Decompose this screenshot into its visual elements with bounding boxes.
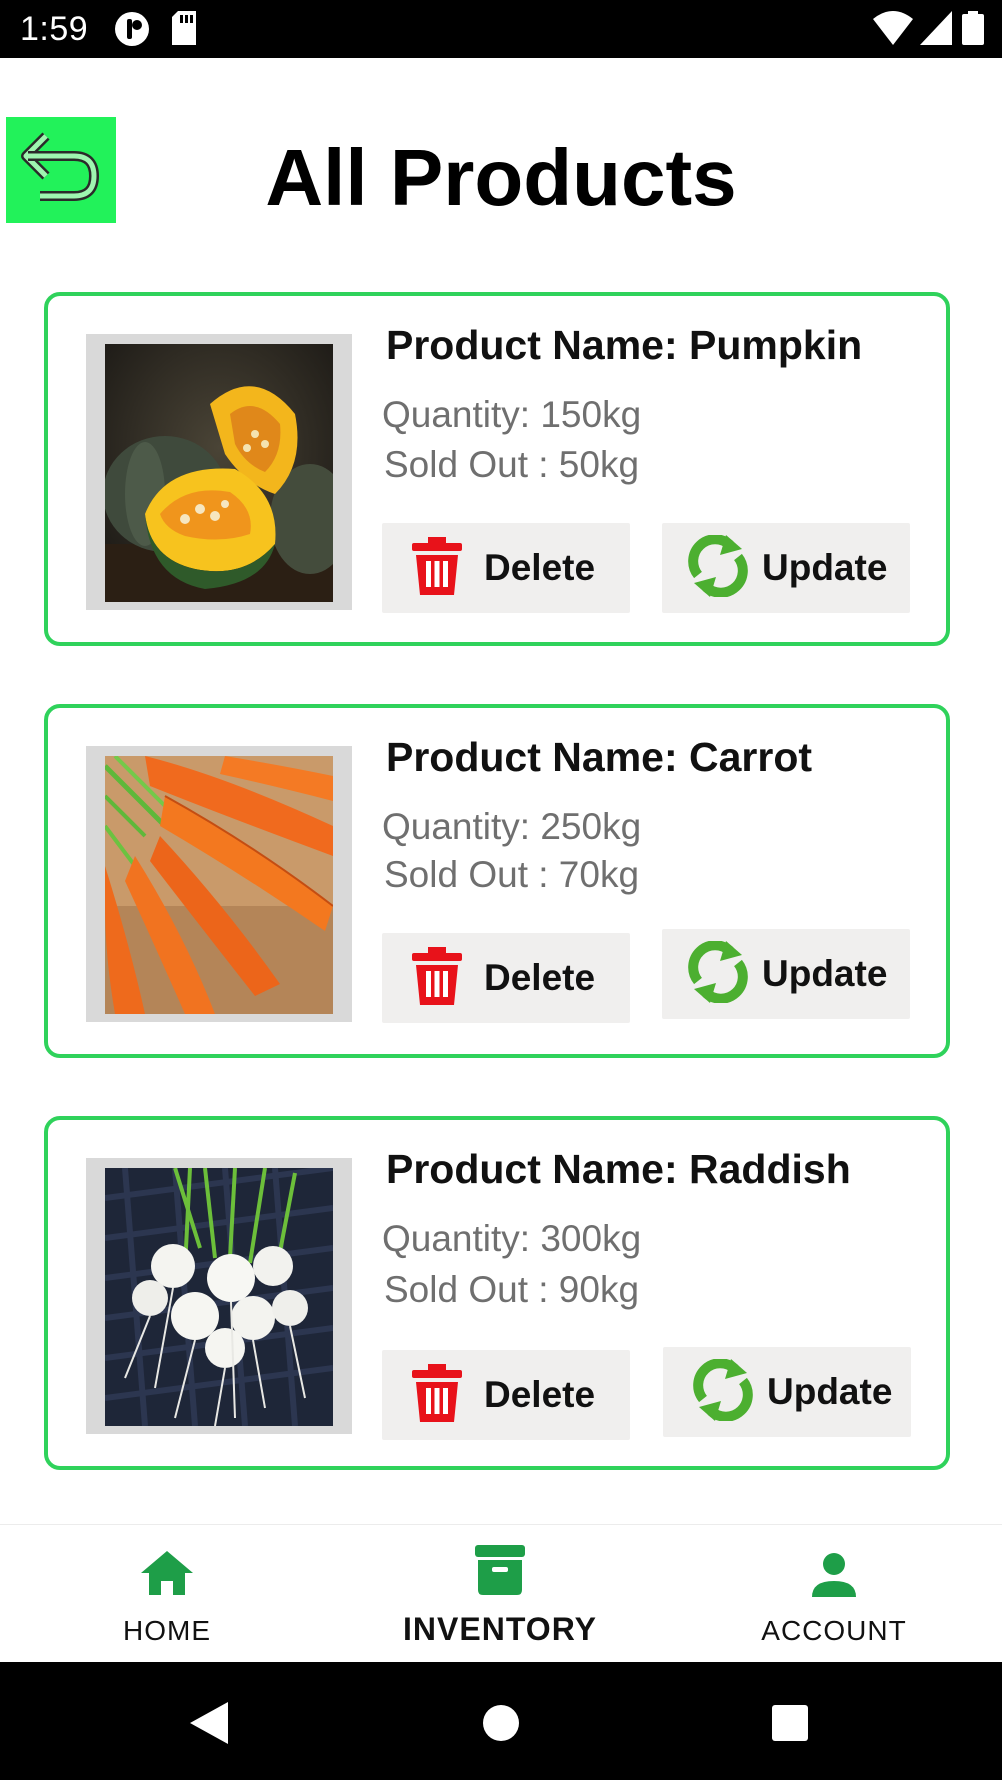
product-card: Product Name: Carrot Quantity: 250kg Sol…	[44, 704, 950, 1058]
status-bar: 1:59	[0, 0, 1002, 58]
product-quantity: Quantity: 300kg	[382, 1218, 642, 1259]
notification-icon	[114, 11, 150, 52]
person-icon	[812, 1553, 856, 1602]
archive-icon	[475, 1545, 525, 1600]
delete-button[interactable]: Delete	[382, 523, 630, 613]
update-button[interactable]: Update	[662, 929, 910, 1019]
product-quantity: Quantity: 250kg	[382, 806, 642, 847]
nav-label-account: ACCOUNT	[761, 1615, 907, 1646]
bottom-navigation: HOME INVENTORY ACCOUNT	[0, 1524, 1002, 1663]
nav-label-inventory: INVENTORY	[403, 1611, 597, 1647]
product-quantity: Quantity: 150kg	[382, 394, 642, 435]
page-title: All Products	[265, 133, 737, 222]
update-button[interactable]: Update	[662, 523, 910, 613]
nav-item-account[interactable]: ACCOUNT	[704, 1525, 964, 1663]
wifi-icon	[873, 11, 913, 50]
refresh-icon	[686, 939, 750, 1008]
delete-label: Delete	[484, 547, 596, 588]
battery-icon	[962, 11, 984, 50]
product-image-pumpkin	[105, 344, 333, 602]
product-name: Product Name: Pumpkin	[386, 322, 863, 368]
status-time: 1:59	[20, 10, 89, 48]
update-label: Update	[762, 547, 888, 588]
product-name: Product Name: Carrot	[386, 734, 813, 780]
nav-item-inventory[interactable]: INVENTORY	[370, 1525, 630, 1663]
system-navigation-bar	[0, 1662, 1002, 1780]
product-card: Product Name: Pumpkin Quantity: 150kg So…	[44, 292, 950, 646]
update-label: Update	[762, 953, 888, 994]
trash-icon	[412, 946, 462, 1010]
refresh-icon	[691, 1357, 755, 1426]
product-image-frame	[86, 746, 352, 1022]
delete-label: Delete	[484, 957, 596, 998]
back-triangle-icon[interactable]	[190, 1702, 228, 1749]
update-button[interactable]: Update	[663, 1347, 911, 1437]
product-sold-out: Sold Out : 70kg	[384, 854, 640, 895]
home-icon	[141, 1551, 193, 1600]
sd-card-icon	[172, 11, 198, 50]
trash-icon	[412, 536, 462, 600]
delete-label: Delete	[484, 1374, 596, 1415]
delete-button[interactable]: Delete	[382, 1350, 630, 1440]
product-image-frame	[86, 1158, 352, 1434]
signal-icon	[920, 11, 952, 50]
nav-item-home[interactable]: HOME	[37, 1525, 297, 1663]
nav-label-home: HOME	[123, 1615, 211, 1646]
product-sold-out: Sold Out : 90kg	[384, 1269, 640, 1310]
product-sold-out: Sold Out : 50kg	[384, 444, 640, 485]
product-card: Product Name: Raddish Quantity: 300kg So…	[44, 1116, 950, 1470]
recents-square-icon[interactable]	[772, 1705, 808, 1746]
delete-button[interactable]: Delete	[382, 933, 630, 1023]
update-label: Update	[767, 1371, 893, 1412]
product-name: Product Name: Raddish	[386, 1146, 851, 1192]
trash-icon	[412, 1363, 462, 1427]
refresh-icon	[686, 533, 750, 602]
home-circle-icon[interactable]	[482, 1704, 520, 1747]
product-image-frame	[86, 334, 352, 610]
product-image-carrot	[105, 756, 333, 1014]
product-image-raddish	[105, 1168, 333, 1426]
